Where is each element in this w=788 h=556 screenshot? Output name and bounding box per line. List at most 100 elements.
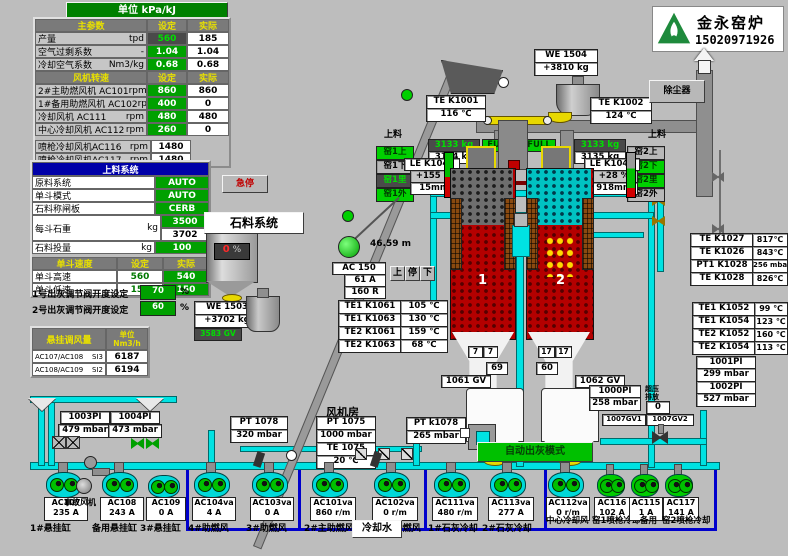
valve-icon[interactable] bbox=[146, 438, 159, 449]
stone-system-button[interactable]: 石料系统 bbox=[204, 212, 304, 234]
pump-ac103va[interactable] bbox=[252, 472, 288, 498]
silo-gv-label: 3583 GV bbox=[194, 328, 242, 341]
pump-ac115[interactable] bbox=[631, 474, 659, 497]
setpoint[interactable]: 560 bbox=[117, 270, 163, 283]
pump-ac116[interactable] bbox=[597, 474, 625, 497]
mode-button[interactable]: CERB bbox=[155, 202, 209, 215]
pi-1001-value: 299 mbar bbox=[696, 368, 756, 382]
te-k1026-tag: TE K1026 bbox=[690, 246, 754, 260]
setpoint[interactable]: 400 bbox=[147, 97, 187, 110]
pump-ac111va-display: AC111va480 r/m bbox=[432, 497, 478, 521]
pump-ac102va[interactable] bbox=[374, 472, 410, 498]
crossover-duct bbox=[512, 225, 530, 257]
setpoint[interactable]: 3500 bbox=[161, 215, 209, 228]
setpoint[interactable]: 0.68 bbox=[147, 58, 187, 71]
feeder-roller bbox=[543, 116, 552, 125]
setpoint[interactable]: 480 bbox=[147, 110, 187, 123]
pump-ac111va-label: 1#石灰冷却 bbox=[428, 521, 478, 534]
te1-k1063-tag: TE1 K1063 bbox=[338, 313, 402, 327]
skip-speed-header: 单斗速度 bbox=[32, 257, 117, 270]
te1-k1052-tag: TE1 K1052 bbox=[692, 302, 756, 316]
pump-ac103va-label: 3#助燃风 bbox=[246, 521, 287, 534]
kiln1-number: 1 bbox=[478, 273, 487, 288]
shutoff-valve-icon[interactable] bbox=[52, 436, 66, 449]
setpoint[interactable]: 100 bbox=[155, 241, 209, 254]
ash-valve2-setpoint[interactable]: 60 bbox=[140, 301, 176, 316]
kiln2-gate-a: 17 bbox=[538, 346, 555, 358]
pump-ac112va-label: 中心冷却风 bbox=[546, 514, 589, 526]
kiln1-discharge-value: 69 bbox=[486, 362, 508, 375]
kiln1-gate-a: 7 bbox=[468, 346, 483, 358]
te-k1001-tag: TE K1001 bbox=[426, 95, 486, 109]
cooling-water-label: 冷却水 bbox=[352, 520, 402, 538]
pump-ac109-display: AC1090 A bbox=[146, 497, 186, 521]
damper-icon[interactable] bbox=[355, 448, 367, 460]
pt-1075-tag: PT 1075 bbox=[316, 416, 376, 430]
kiln1-burner-bank bbox=[450, 198, 462, 270]
pump-ac101va-label: 2#主助燃风 bbox=[304, 521, 354, 534]
ash-valve2-label: 2号出灰调节阀开度设定 bbox=[32, 303, 128, 316]
pump-ac109-label: 3#悬挂缸 bbox=[140, 521, 181, 534]
pump-ac111va[interactable] bbox=[434, 472, 470, 498]
pump-ac102va-display: AC102va0 r/m bbox=[372, 497, 418, 521]
track-marker bbox=[342, 210, 354, 222]
valve-icon[interactable] bbox=[131, 438, 144, 449]
pt-1078-tag: PT 1078 bbox=[230, 416, 288, 430]
pump-ac117[interactable] bbox=[665, 474, 693, 497]
pump-ac112va[interactable] bbox=[548, 472, 584, 498]
ash-valve1-unit: % bbox=[180, 287, 189, 297]
te2-k1054-tag: TE2 K1054 bbox=[692, 341, 756, 355]
cooling-water-pipe bbox=[298, 470, 301, 530]
setpoint[interactable]: 560 bbox=[147, 32, 187, 45]
te-k1027-value: 817℃ bbox=[752, 233, 788, 247]
cooling-water-pipe bbox=[424, 470, 427, 530]
track-marker bbox=[286, 450, 297, 461]
pump-ac107-label: 1#悬挂缸 bbox=[30, 521, 71, 534]
ash-valve1-setpoint[interactable]: 70 bbox=[140, 285, 176, 300]
fan-speed-header: 风机转速 bbox=[35, 71, 147, 84]
valve-icon[interactable] bbox=[712, 172, 724, 182]
funnel-icon bbox=[28, 398, 56, 411]
pi-1004-tag: 1004PI bbox=[110, 411, 160, 424]
skip-bucket bbox=[441, 60, 503, 94]
we1504-tag: WE 1504 bbox=[534, 49, 598, 63]
dust-collector-button[interactable]: 除尘器 bbox=[649, 80, 705, 103]
feed-label-right: 上料 bbox=[648, 127, 666, 140]
kiln1-inner-button[interactable]: 窑1里 bbox=[376, 174, 414, 188]
te2-k1063-value: 68 ℃ bbox=[400, 339, 448, 353]
crossover-box bbox=[514, 213, 528, 227]
te1-k1061-value: 105 ℃ bbox=[400, 300, 448, 314]
pi-1002-value: 527 mbar bbox=[696, 393, 756, 407]
setpoint[interactable]: 1.04 bbox=[147, 45, 187, 58]
setpoint[interactable]: 260 bbox=[147, 123, 187, 136]
te2-k1052-value: 160 ℃ bbox=[754, 328, 788, 342]
pump-ac113va[interactable] bbox=[490, 472, 526, 498]
hoist-stop-button[interactable]: 停 bbox=[405, 266, 420, 281]
setpoint[interactable]: 860 bbox=[147, 84, 187, 97]
auto-ash-mode-button[interactable]: 自动出灰模式 bbox=[477, 442, 593, 462]
pump-ac104va[interactable] bbox=[194, 472, 230, 498]
param-header: 主参数 bbox=[35, 19, 147, 32]
pump-ac101va[interactable] bbox=[312, 472, 348, 498]
te2-k1054-value: 113 ℃ bbox=[754, 341, 788, 355]
te-k1002-tag: TE K1002 bbox=[590, 97, 652, 111]
mode-button[interactable]: AUTO bbox=[155, 189, 209, 202]
mode-button[interactable]: AUTO bbox=[155, 176, 209, 189]
we1504-value: +3810 kg bbox=[534, 62, 598, 76]
te1-k1054-tag: TE1 K1054 bbox=[692, 315, 756, 329]
te-1075-tag: TE 1075 bbox=[316, 442, 376, 456]
pump-ac108-display: AC108243 A bbox=[100, 497, 144, 521]
pump-ac113va-label: 2#石灰冷却 bbox=[482, 521, 532, 534]
parameter-table: 主参数 设定 实际 产量tpd 560 185 空气过剩系数- 1.04 1.0… bbox=[33, 17, 231, 168]
shutoff-valve-icon[interactable] bbox=[66, 436, 80, 449]
damper-icon[interactable] bbox=[401, 448, 413, 460]
accident-fan-icon[interactable] bbox=[76, 478, 92, 494]
hoist-up-button[interactable]: 上 bbox=[390, 266, 405, 281]
pump-ac108[interactable] bbox=[102, 472, 138, 498]
hoist-down-button[interactable]: 下 bbox=[420, 266, 435, 281]
pump-ac104va-display: AC104va4 A bbox=[192, 497, 236, 521]
pump-ac109[interactable] bbox=[148, 475, 180, 498]
pi-1004-value: 473 mbar bbox=[108, 424, 162, 438]
kiln2-burner-bank bbox=[582, 198, 594, 270]
emergency-stop-button[interactable]: 急停 bbox=[222, 175, 268, 193]
